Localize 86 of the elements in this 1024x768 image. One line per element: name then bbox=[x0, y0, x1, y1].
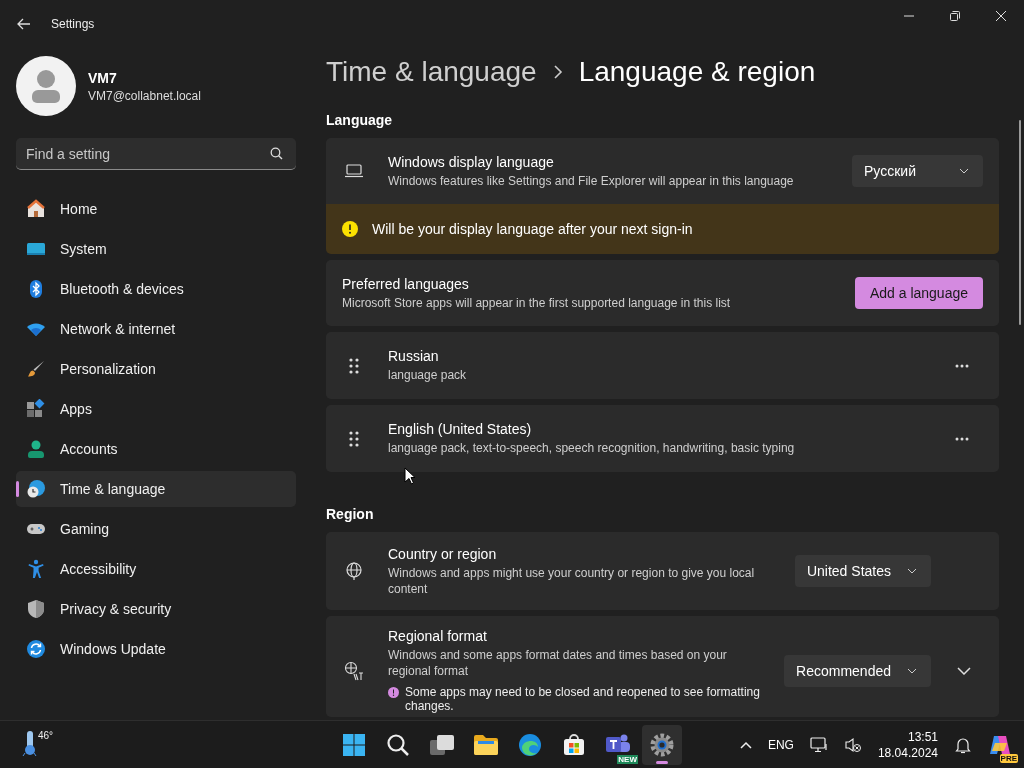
nav-item[interactable]: Windows Update bbox=[16, 631, 296, 667]
globe-clock-icon bbox=[26, 479, 46, 499]
nav-item[interactable]: Time & language bbox=[16, 471, 296, 507]
language-features: language pack bbox=[388, 367, 468, 383]
globe-icon bbox=[344, 561, 364, 581]
window-title: Settings bbox=[51, 17, 95, 31]
nav-item[interactable]: Accounts bbox=[16, 431, 296, 467]
language-features: language pack, text-to-speech, speech recognition, handwriting, basic typing bbox=[388, 440, 796, 456]
setting-description: Windows features like Settings and File Explorer will appear in this language bbox=[388, 172, 795, 189]
nav-item[interactable]: Apps bbox=[16, 391, 296, 427]
input-language[interactable]: ENG bbox=[767, 737, 794, 752]
nav-item[interactable]: Personalization bbox=[16, 351, 296, 387]
nav-item[interactable]: Gaming bbox=[16, 511, 296, 547]
section-heading: Region bbox=[326, 506, 375, 522]
country-dropdown[interactable]: United States bbox=[794, 555, 931, 587]
info-note: Some apps may need to be closed and reopened to see formatting changes. bbox=[405, 685, 761, 713]
chevron-right-icon bbox=[552, 65, 563, 79]
house-icon bbox=[26, 199, 46, 219]
nav-item[interactable]: Bluetooth & devices bbox=[16, 271, 296, 307]
chevron-down-icon bbox=[907, 667, 917, 674]
setting-title: Regional format bbox=[388, 628, 488, 644]
chevron-down-icon bbox=[907, 568, 917, 574]
thermometer-icon[interactable] bbox=[22, 729, 38, 757]
scrollbar[interactable] bbox=[1019, 120, 1021, 325]
warning-text: Will be your display language after your next sign-in bbox=[372, 221, 693, 237]
language-row[interactable]: English (United States) language pack, text-to-speech, speech recognition, handwriting, basic typing bbox=[326, 405, 999, 472]
network-monitor-icon[interactable] bbox=[809, 736, 828, 753]
expand-chevron-icon[interactable] bbox=[957, 666, 971, 675]
language-dropdown[interactable]: Русский bbox=[852, 155, 983, 187]
more-options-icon[interactable] bbox=[955, 363, 969, 368]
language-name: Russian bbox=[388, 348, 440, 364]
nav-item[interactable]: Home bbox=[16, 191, 296, 227]
chevron-down-icon bbox=[959, 168, 969, 174]
close-icon[interactable] bbox=[996, 11, 1006, 21]
shield-icon bbox=[26, 599, 46, 619]
avatar-icon bbox=[16, 56, 76, 116]
speaker-muted-icon[interactable] bbox=[843, 736, 862, 753]
shopping-bag-icon bbox=[562, 732, 586, 757]
account-name: VM7 bbox=[88, 69, 118, 86]
taskbar-button[interactable] bbox=[642, 724, 682, 765]
notification-bell-icon[interactable] bbox=[954, 735, 972, 754]
info-dot-icon bbox=[388, 687, 399, 698]
preview-badge: PRE bbox=[999, 753, 1018, 763]
new-badge: NEW bbox=[617, 754, 638, 764]
mouse-pointer-icon bbox=[404, 467, 416, 485]
restore-icon[interactable] bbox=[950, 11, 960, 21]
clock[interactable]: 13:51 18.04.2024 bbox=[877, 728, 938, 761]
breadcrumb-link[interactable]: Time & language bbox=[326, 56, 537, 88]
format-dropdown[interactable]: Recommended bbox=[784, 654, 931, 687]
language-row[interactable]: Russian language pack bbox=[326, 332, 999, 399]
setting-description: Windows and some apps format dates and times based on your regional format bbox=[388, 647, 728, 679]
search-icon bbox=[270, 147, 283, 160]
setting-description: Microsoft Store apps will appear in the first supported language in this list bbox=[342, 294, 732, 311]
setting-title: Windows display language bbox=[388, 153, 555, 170]
warning-icon bbox=[342, 221, 358, 237]
temperature: 46° bbox=[38, 730, 54, 741]
sync-arrows-icon bbox=[26, 639, 46, 659]
windows-logo-icon bbox=[342, 732, 366, 757]
wave-circle-icon bbox=[518, 732, 542, 757]
language-name: English (United States) bbox=[388, 421, 533, 437]
paintbrush-icon bbox=[26, 359, 46, 379]
section-heading: Language bbox=[326, 112, 394, 128]
setting-title: Country or region bbox=[388, 545, 498, 562]
folder-icon bbox=[473, 733, 499, 756]
gear-icon bbox=[650, 732, 674, 757]
search-field[interactable]: Find a setting bbox=[16, 138, 296, 170]
more-options-icon[interactable] bbox=[955, 436, 969, 441]
nav-item[interactable]: System bbox=[16, 231, 296, 267]
search-icon bbox=[386, 732, 410, 757]
accessibility-figure-icon bbox=[26, 559, 46, 579]
taskbar-button[interactable]: NEW bbox=[598, 724, 638, 765]
person-icon bbox=[26, 439, 46, 459]
nav-item[interactable]: Accessibility bbox=[16, 551, 296, 587]
page-title: Language & region bbox=[578, 56, 816, 88]
nav-item[interactable]: Network & internet bbox=[16, 311, 296, 347]
apps-grid-icon bbox=[26, 399, 46, 419]
nav-item[interactable]: Privacy & security bbox=[16, 591, 296, 627]
copilot-logo-icon[interactable] bbox=[988, 733, 1012, 756]
language-characters-icon bbox=[344, 660, 364, 681]
stacked-windows-icon bbox=[429, 733, 455, 756]
setting-title: Preferred languages bbox=[342, 275, 470, 292]
chevron-up-icon[interactable] bbox=[739, 740, 752, 749]
account-email: VM7@collabnet.local bbox=[88, 88, 201, 103]
add-language-button[interactable]: Add a language bbox=[854, 277, 983, 309]
back-icon[interactable] bbox=[17, 18, 31, 30]
setting-description: Windows and apps might use your country or region to give you local content bbox=[388, 564, 756, 597]
